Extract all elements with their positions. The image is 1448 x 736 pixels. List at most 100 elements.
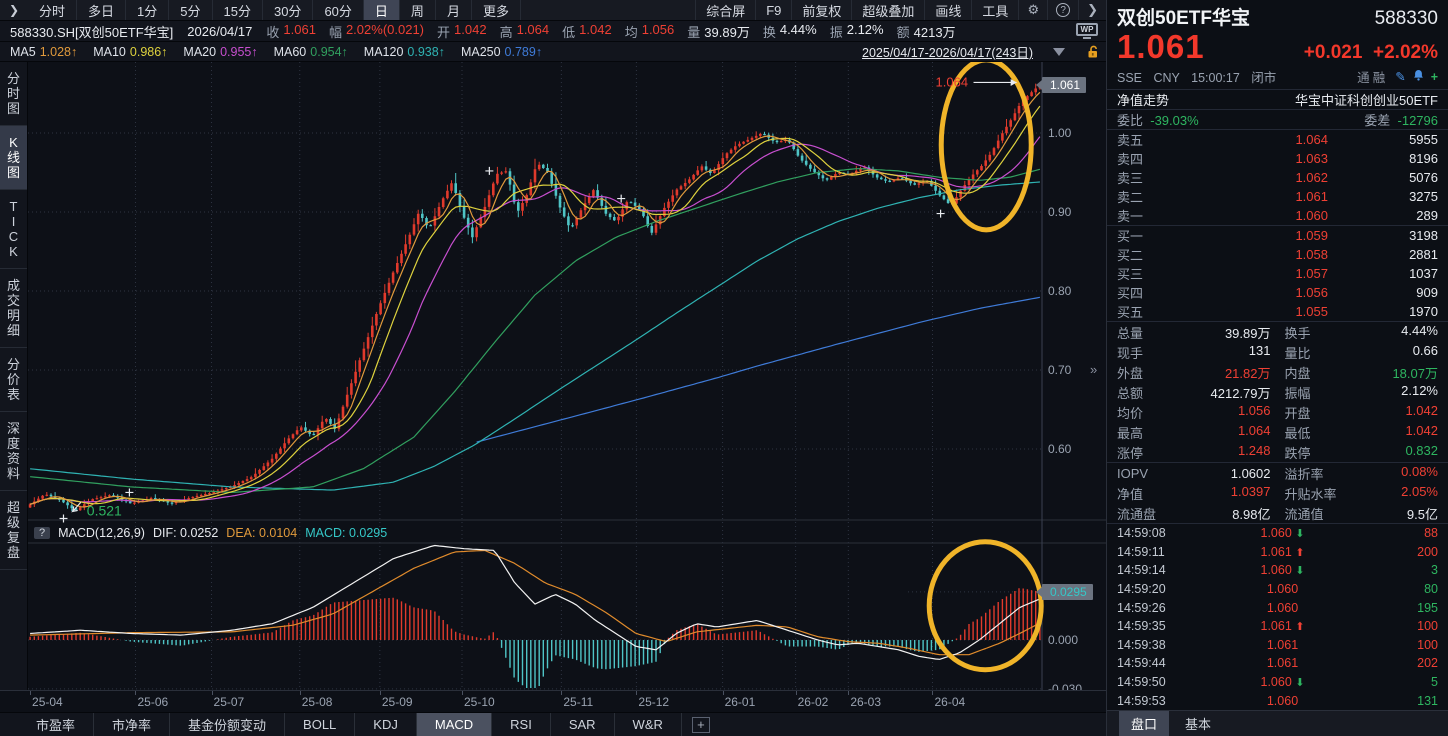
nav-row[interactable]: 净值走势 华宝中证科创创业50ETF	[1107, 89, 1448, 109]
tick-time: 14:59:08	[1117, 526, 1187, 540]
date-range-selector[interactable]: 2025/04/17-2026/04/17(243日)	[862, 42, 1033, 61]
menu-item-画线[interactable]: 画线	[924, 0, 971, 20]
period-tab-5分[interactable]: 5分	[169, 0, 212, 20]
range-dropdown-icon[interactable]	[1053, 48, 1065, 56]
menu-collapse-icon[interactable]: ❯	[0, 3, 28, 17]
stat-row: 总量39.89万换手4.44%	[1107, 322, 1448, 342]
left-sidebar: 分时图K线图TICK成交明细分价表深度资料超级复盘	[0, 62, 28, 690]
weibi-row: 委比 -39.03% 委差 -12796	[1107, 109, 1448, 129]
macd-indicator-header: ? MACD(12,26,9) DIF: 0.0252 DEA: 0.0104 …	[34, 522, 387, 543]
y-tick-label: 0.90	[1048, 205, 1071, 219]
order-volume: 289	[1368, 208, 1438, 223]
tick-row: 14:59:501.060 ⬇5	[1107, 673, 1448, 692]
indicator-tab-BOLL[interactable]: BOLL	[285, 713, 355, 736]
indicator-tab-RSI[interactable]: RSI	[492, 713, 551, 736]
sidebar-item-TICK[interactable]: TICK	[0, 190, 27, 269]
tick-row: 14:59:351.061 ⬆100	[1107, 617, 1448, 636]
info-value: 1.042	[454, 22, 487, 41]
stat-value: 8.98亿	[1232, 504, 1270, 523]
period-tab-更多[interactable]: 更多	[472, 0, 521, 20]
unlock-icon[interactable]	[1087, 45, 1100, 59]
menu-item-工具[interactable]: 工具	[971, 0, 1018, 20]
indicator-tab-W&R[interactable]: W&R	[615, 713, 682, 736]
indicator-tab-市净率[interactable]: 市净率	[94, 713, 170, 736]
menu-item-F9[interactable]: F9	[755, 0, 791, 20]
indicator-tab-KDJ[interactable]: KDJ	[355, 713, 417, 736]
wp-monitor-icon[interactable]: WP	[1076, 23, 1098, 39]
tick-time: 14:59:38	[1117, 638, 1187, 652]
panel-tab-基本[interactable]: 基本	[1173, 711, 1223, 736]
panel-collapse-handle[interactable]: »	[1090, 362, 1097, 377]
sidebar-item-分价表[interactable]: 分价表	[0, 348, 27, 412]
buy-row: 买四1.056909	[1107, 283, 1448, 302]
menu-item-超级叠加[interactable]: 超级叠加	[851, 0, 924, 20]
ma-items: MA51.028↑MA100.986↑MA200.955↑MA600.954↑M…	[10, 45, 542, 59]
tick-list[interactable]: 14:59:081.060 ⬇8814:59:111.061 ⬆20014:59…	[1107, 523, 1448, 710]
period-tab-周[interactable]: 周	[400, 0, 436, 20]
buy-order-book: 买一1.0593198买二1.0582881买三1.0571037买四1.056…	[1107, 225, 1448, 321]
add-watchlist-icon[interactable]: +	[1431, 70, 1438, 84]
sidebar-item-超级复盘[interactable]: 超级复盘	[0, 491, 27, 570]
sidebar-item-分时图[interactable]: 分时图	[0, 62, 27, 126]
sidebar-item-深度资料[interactable]: 深度资料	[0, 412, 27, 491]
dea-value: DEA: 0.0104	[226, 526, 297, 540]
stat-value: 131	[1249, 343, 1271, 362]
order-volume: 8196	[1368, 151, 1438, 166]
period-tab-30分[interactable]: 30分	[263, 0, 313, 20]
panel-tab-bar: 盘口基本	[1107, 710, 1448, 736]
stat-row: 涨停1.248跌停0.832	[1107, 442, 1448, 462]
event-marker	[617, 195, 625, 203]
tick-price: 1.061	[1187, 656, 1378, 670]
info-value: 4.44%	[780, 22, 817, 41]
add-indicator-button[interactable]: +	[692, 717, 710, 733]
sidebar-item-K线图[interactable]: K线图	[0, 126, 27, 190]
period-tab-分时[interactable]: 分时	[28, 0, 77, 20]
order-price: 1.055	[1143, 304, 1328, 319]
order-price: 1.062	[1143, 170, 1328, 185]
period-tab-15分[interactable]: 15分	[213, 0, 263, 20]
event-marker	[485, 167, 493, 175]
tick-time: 14:59:11	[1117, 545, 1187, 559]
indicator-tab-基金份额变动[interactable]: 基金份额变动	[170, 713, 285, 736]
edit-pencil-icon[interactable]: ✎	[1395, 69, 1405, 84]
x-axis-label: 25-06	[137, 695, 168, 709]
period-tab-60分[interactable]: 60分	[313, 0, 363, 20]
indicator-tab-SAR[interactable]: SAR	[551, 713, 615, 736]
help-icon[interactable]: ?	[1047, 0, 1078, 20]
stat-row: 外盘21.82万内盘18.07万	[1107, 362, 1448, 382]
tick-volume: 3	[1378, 563, 1438, 577]
period-tab-1分[interactable]: 1分	[126, 0, 169, 20]
menu-item-前复权[interactable]: 前复权	[791, 0, 851, 20]
ma-item-MA120: MA1200.938↑	[364, 45, 445, 59]
sell-row: 卖五1.0645955	[1107, 130, 1448, 149]
sell-row: 卖一1.060289	[1107, 206, 1448, 225]
info-value: 1.061	[283, 22, 316, 41]
macd-value-badge: 0.0295	[1042, 584, 1093, 600]
kline-plot-area[interactable]: 1.0640.521 1.000.900.800.700.600.000-0.0…	[28, 62, 1106, 690]
info-field: 低1.042	[562, 22, 612, 41]
price-change: +0.021	[1304, 42, 1363, 63]
sell-row: 卖二1.0613275	[1107, 187, 1448, 206]
indicator-help-icon[interactable]: ?	[34, 527, 50, 539]
panel-tab-盘口[interactable]: 盘口	[1119, 711, 1169, 736]
nav-label: 净值走势	[1117, 90, 1169, 109]
alert-bell-icon[interactable]	[1413, 69, 1424, 84]
stat-row: 净值1.0397升贴水率2.05%	[1107, 483, 1448, 503]
menu-expand-icon[interactable]: ❯	[1078, 0, 1106, 20]
security-code: 588330	[1375, 8, 1438, 30]
low-price-annotation: 0.521	[87, 502, 122, 518]
sidebar-item-成交明细[interactable]: 成交明细	[0, 269, 27, 348]
x-axis-label: 26-04	[934, 695, 965, 709]
settings-gear-icon[interactable]: ⚙	[1018, 0, 1047, 20]
period-tab-日[interactable]: 日	[364, 0, 400, 20]
info-field: 高1.064	[500, 22, 550, 41]
period-tab-多日[interactable]: 多日	[77, 0, 126, 20]
tick-volume: 88	[1378, 526, 1438, 540]
period-tab-月[interactable]: 月	[436, 0, 472, 20]
tick-price: 1.060 ⬇	[1187, 675, 1378, 689]
indicator-tab-市盈率[interactable]: 市盈率	[18, 713, 94, 736]
tick-price: 1.060 ⬇	[1187, 526, 1378, 540]
tick-row: 14:59:531.060131	[1107, 691, 1448, 710]
menu-item-综合屏[interactable]: 综合屏	[695, 0, 755, 20]
indicator-tab-MACD[interactable]: MACD	[417, 713, 492, 736]
